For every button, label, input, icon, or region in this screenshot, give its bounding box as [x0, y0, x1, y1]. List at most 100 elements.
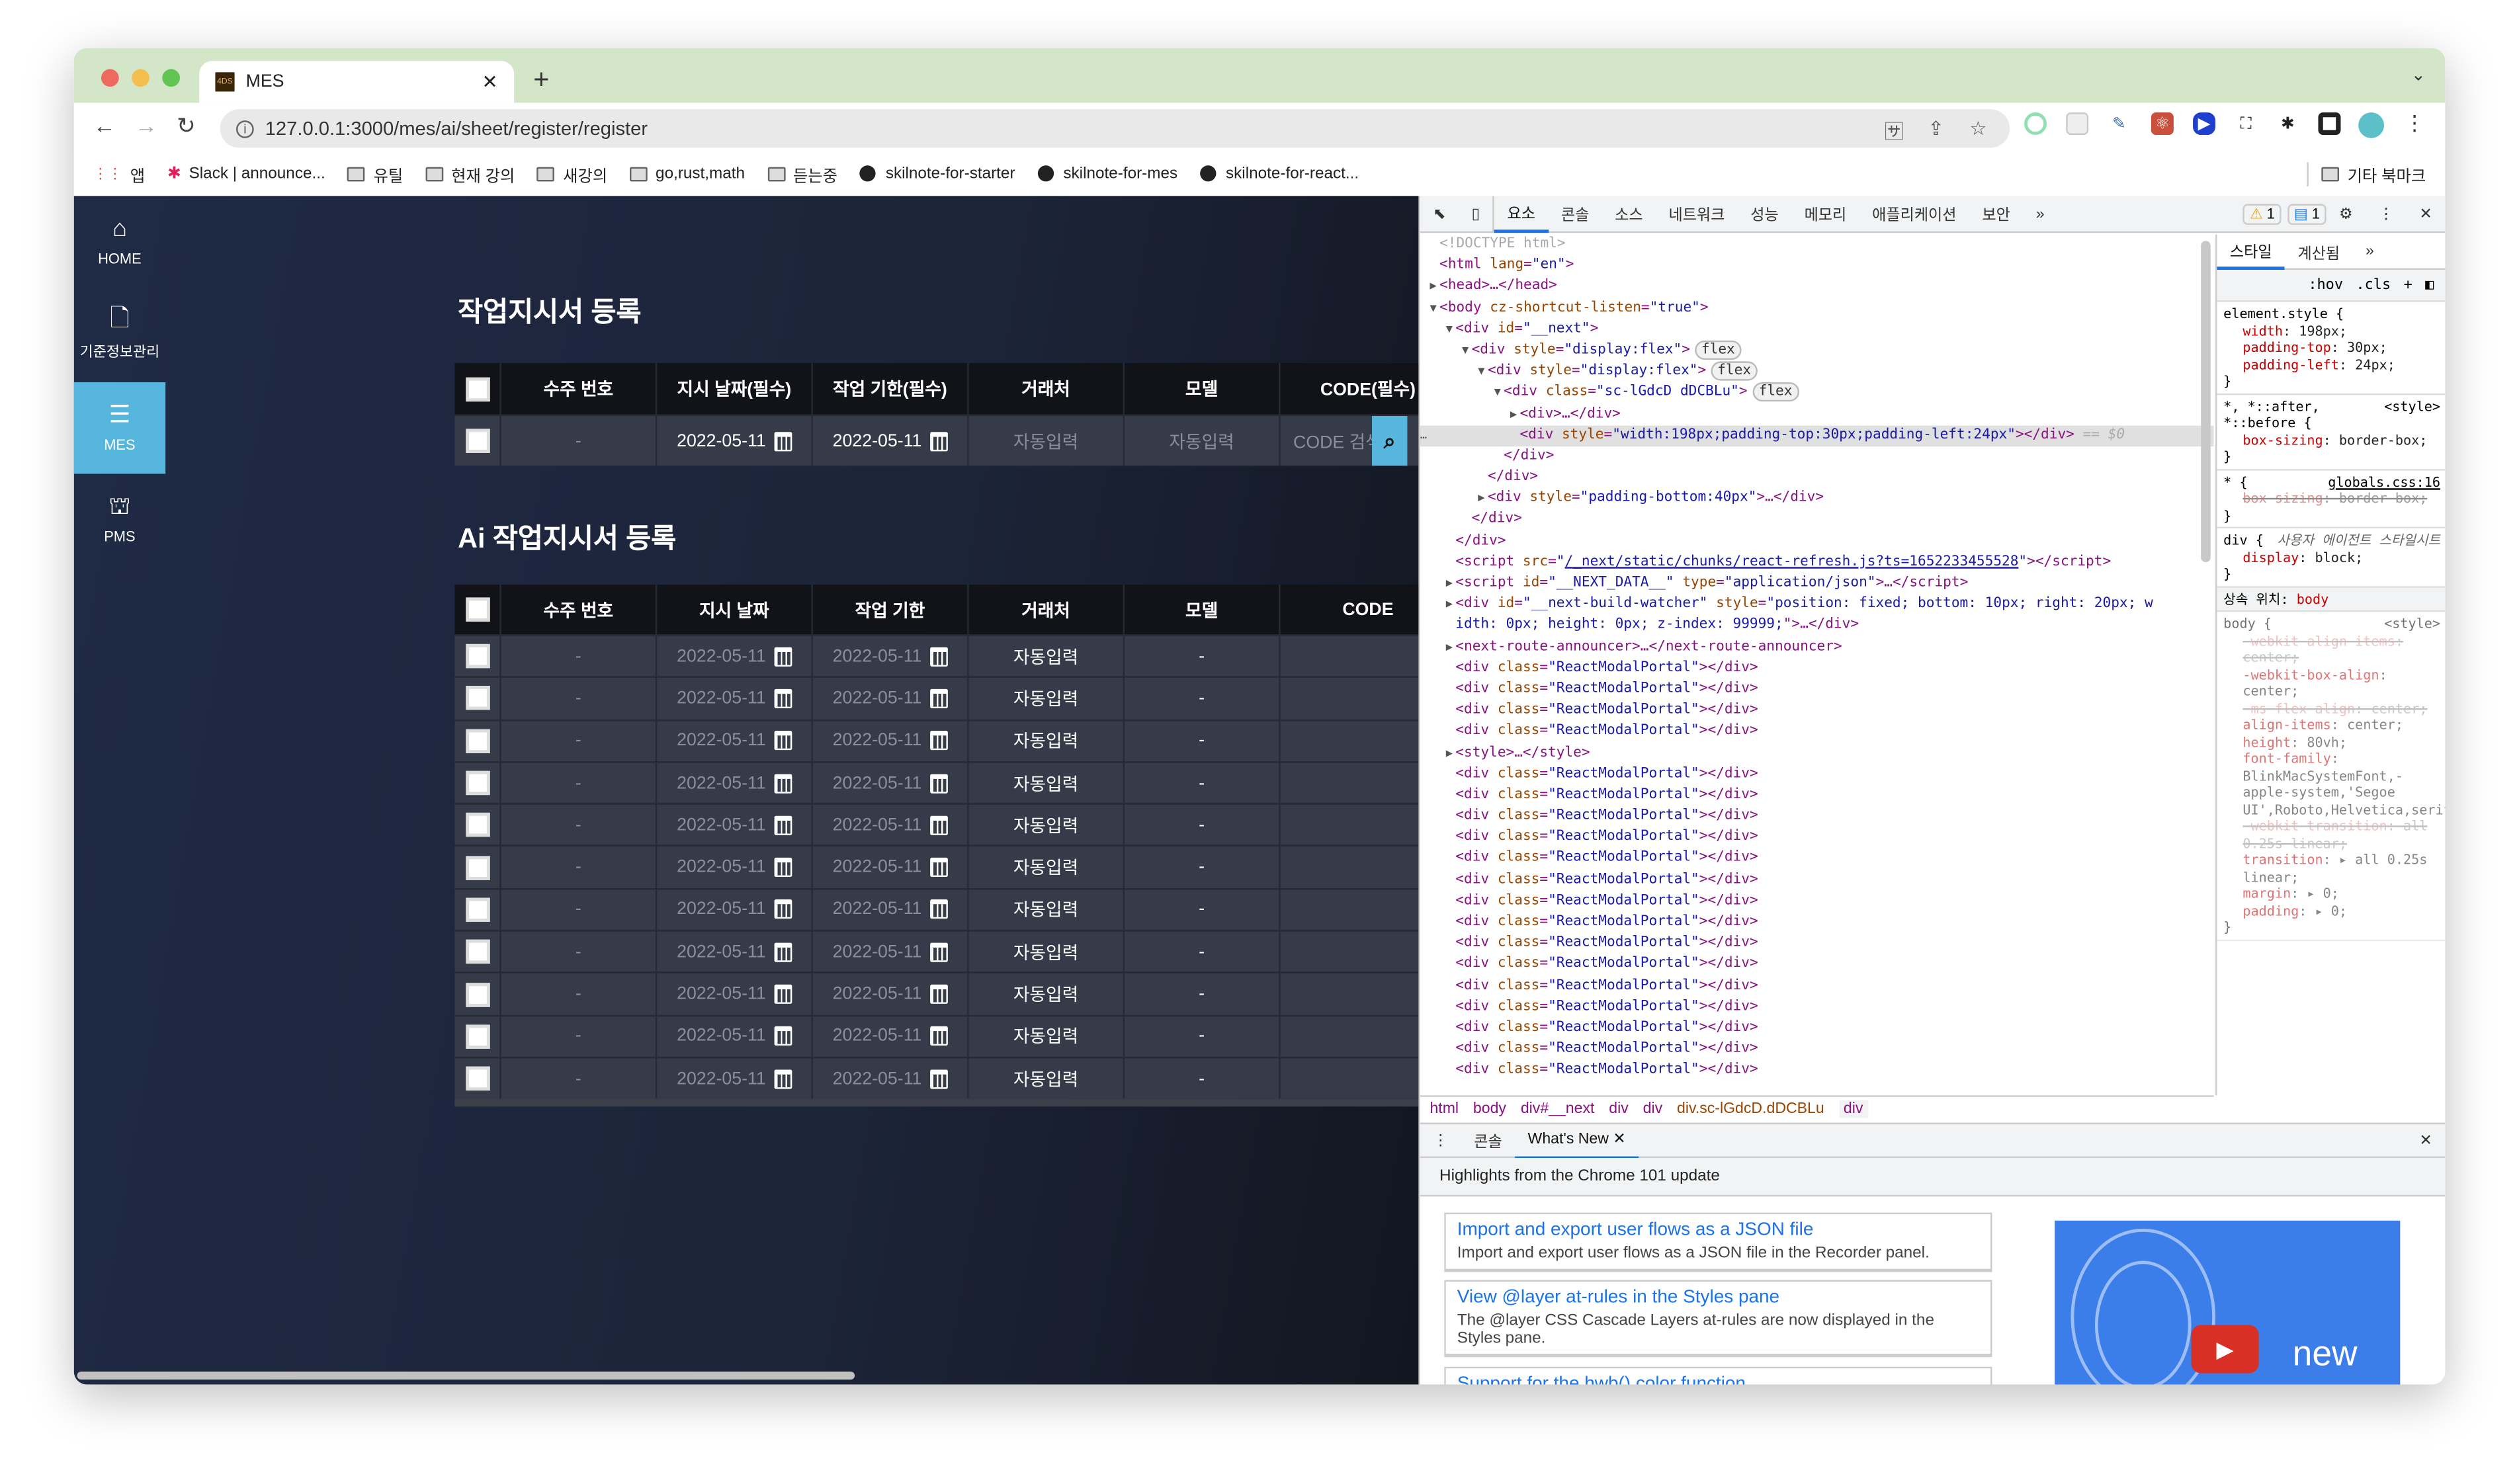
flex-badge[interactable]: flex: [1711, 361, 1758, 381]
back-button[interactable]: ←: [93, 112, 116, 138]
dom-node[interactable]: ▶ <div id="__next-build-watcher" style="p…: [1420, 595, 2214, 616]
devtools-tab[interactable]: 콘솔: [1548, 195, 1601, 232]
dom-node[interactable]: </div>: [1420, 531, 2214, 552]
dom-node[interactable]: ▶ <script id="__NEXT_DATA__" type="applic…: [1420, 573, 2214, 595]
order-date-picker[interactable]: 2022-05-11: [657, 805, 813, 846]
breadcrumb-item[interactable]: div: [1838, 1099, 1868, 1118]
dom-node[interactable]: <html lang="en">: [1420, 256, 2214, 277]
dom-node[interactable]: ▶ <next-route-announcer>…</next-route-ann…: [1420, 637, 2214, 658]
dom-node[interactable]: <script src="/_next/static/chunks/react-…: [1420, 552, 2214, 573]
breadcrumb-item[interactable]: div: [1643, 1099, 1663, 1117]
warnings-badge[interactable]: ⚠ 1: [2243, 203, 2282, 224]
more-tabs-button[interactable]: »: [2353, 235, 2387, 270]
dom-node[interactable]: ▶ <head>…</head>: [1420, 277, 2214, 298]
css-property[interactable]: width: 198px;: [2223, 322, 2440, 339]
row-checkbox[interactable]: [465, 855, 490, 880]
calendar-icon[interactable]: [773, 773, 792, 793]
bookmark-item[interactable]: ✱ Slack | announce...: [167, 165, 325, 183]
dom-node[interactable]: </div>: [1420, 446, 2214, 468]
row-checkbox[interactable]: [465, 982, 490, 1007]
dom-node[interactable]: <div class="ReactModalPortal"></div>: [1420, 1040, 2214, 1061]
inherited-from[interactable]: body: [2297, 591, 2329, 606]
dom-node[interactable]: <div class="ReactModalPortal"></div>: [1420, 976, 2214, 997]
row-checkbox[interactable]: [465, 813, 490, 838]
flex-badge[interactable]: flex: [1752, 382, 1799, 402]
reload-button[interactable]: ↻: [177, 112, 195, 140]
calendar-icon[interactable]: [929, 900, 948, 920]
expand-arrow-icon[interactable]: ▶: [1446, 637, 1453, 658]
close-window-button[interactable]: [101, 69, 119, 87]
close-tab-icon[interactable]: ✕: [482, 71, 497, 93]
dom-node[interactable]: <div class="ReactModalPortal"></div>: [1420, 1018, 2214, 1040]
close-drawer-icon[interactable]: ✕: [2407, 1122, 2445, 1159]
search-icon[interactable]: ⌕: [1372, 416, 1408, 466]
bookmark-item[interactable]: skilnote-for-react...: [1200, 165, 1359, 183]
toggle-sidebar-icon[interactable]: ◧: [2425, 277, 2434, 293]
calendar-icon[interactable]: [929, 646, 948, 666]
css-property[interactable]: display: block;: [2223, 548, 2440, 565]
extension-react-icon[interactable]: ⚛: [2151, 112, 2174, 136]
browser-tab[interactable]: 4DS MES ✕: [199, 61, 515, 103]
card-title[interactable]: Support for the hwb() color function: [1457, 1375, 1979, 1385]
row-checkbox[interactable]: [465, 897, 490, 922]
css-property[interactable]: padding-top: 30px;: [2223, 339, 2440, 356]
dom-node[interactable]: ▼ <div style="display:flex"> flex: [1420, 361, 2214, 383]
dom-node[interactable]: <div class="ReactModalPortal"></div>: [1420, 679, 2214, 700]
sidebar-item-mes[interactable]: ☰ MES: [73, 382, 166, 474]
code-search-input[interactable]: CODE 검색 ⌕: [1281, 416, 1419, 466]
row-checkbox[interactable]: [465, 728, 490, 753]
calendar-icon[interactable]: [929, 688, 948, 708]
devtools-tab[interactable]: 요소: [1494, 195, 1549, 232]
whats-new-card[interactable]: Support for the hwb() color function: [1444, 1366, 1992, 1385]
close-tab-icon[interactable]: ✕: [1613, 1130, 1625, 1148]
breadcrumb-item[interactable]: div: [1609, 1099, 1629, 1117]
collapse-arrow-icon[interactable]: ▼: [1446, 319, 1453, 341]
calendar-icon[interactable]: [773, 731, 792, 751]
bookmark-item[interactable]: 유틸: [347, 161, 403, 186]
zoom-window-button[interactable]: [162, 69, 181, 87]
device-toolbar-icon[interactable]: ▯: [1459, 195, 1495, 232]
calendar-icon[interactable]: [773, 858, 792, 878]
dom-node[interactable]: ▼ <div id="__next">: [1420, 319, 2214, 341]
whats-new-card[interactable]: View @layer at-rules in the Styles pane T…: [1444, 1280, 1992, 1358]
deadline-date-picker[interactable]: 2022-05-11: [813, 847, 969, 888]
dom-node[interactable]: <div class="ReactModalPortal"></div>: [1420, 1061, 2214, 1082]
breadcrumb-item[interactable]: html: [1430, 1099, 1459, 1117]
dom-node[interactable]: <div class="ReactModalPortal"></div>: [1420, 658, 2214, 679]
devtools-tab[interactable]: 네트워크: [1656, 195, 1738, 232]
side-panel-icon[interactable]: [2318, 112, 2341, 136]
dom-node[interactable]: <div class="ReactModalPortal"></div>: [1420, 785, 2214, 806]
order-date-picker[interactable]: 2022-05-11: [657, 416, 813, 466]
calendar-icon[interactable]: [929, 942, 948, 962]
row-checkbox[interactable]: [465, 644, 490, 669]
share-icon[interactable]: ⇪: [1928, 117, 1943, 140]
deadline-date-picker[interactable]: 2022-05-11: [813, 636, 969, 677]
order-date-picker[interactable]: 2022-05-11: [657, 889, 813, 930]
dom-node[interactable]: <div class="ReactModalPortal"></div>: [1420, 764, 2214, 785]
breadcrumb-item[interactable]: div#__next: [1521, 1099, 1595, 1117]
order-date-picker[interactable]: 2022-05-11: [657, 763, 813, 804]
expand-arrow-icon[interactable]: ▶: [1446, 743, 1453, 764]
forward-button[interactable]: →: [135, 112, 157, 138]
calendar-icon[interactable]: [773, 646, 792, 666]
youtube-play-icon[interactable]: ▶: [2191, 1325, 2259, 1374]
css-property[interactable]: padding: ▸ 0;: [2223, 902, 2440, 919]
drawer-tab-whats-new[interactable]: What's New ✕: [1515, 1122, 1639, 1159]
devtools-tab[interactable]: 메모리: [1791, 195, 1859, 232]
dom-node[interactable]: ▶ <style>…</style>: [1420, 743, 2214, 764]
drawer-tab-console[interactable]: 콘솔: [1461, 1122, 1515, 1159]
calendar-icon[interactable]: [929, 984, 948, 1004]
calendar-icon[interactable]: [773, 942, 792, 962]
row-checkbox[interactable]: [465, 770, 490, 796]
devtools-tab[interactable]: »: [2023, 195, 2057, 232]
whats-new-video-thumbnail[interactable]: ▶ new: [2055, 1220, 2401, 1385]
drawer-menu-icon[interactable]: ⋮: [1420, 1122, 1461, 1159]
expand-arrow-icon[interactable]: ▶: [1446, 573, 1453, 595]
sidebar-item-master-data[interactable]: 🗋 기준정보관리: [74, 288, 165, 379]
calendar-icon[interactable]: [929, 1026, 948, 1046]
calendar-icon[interactable]: [929, 731, 948, 751]
devtools-menu-icon[interactable]: ⋮: [2366, 195, 2407, 232]
bookmark-item[interactable]: skilnote-for-mes: [1037, 165, 1177, 183]
cls-toggle[interactable]: .cls: [2356, 277, 2391, 293]
collapse-arrow-icon[interactable]: ▼: [1430, 298, 1436, 319]
